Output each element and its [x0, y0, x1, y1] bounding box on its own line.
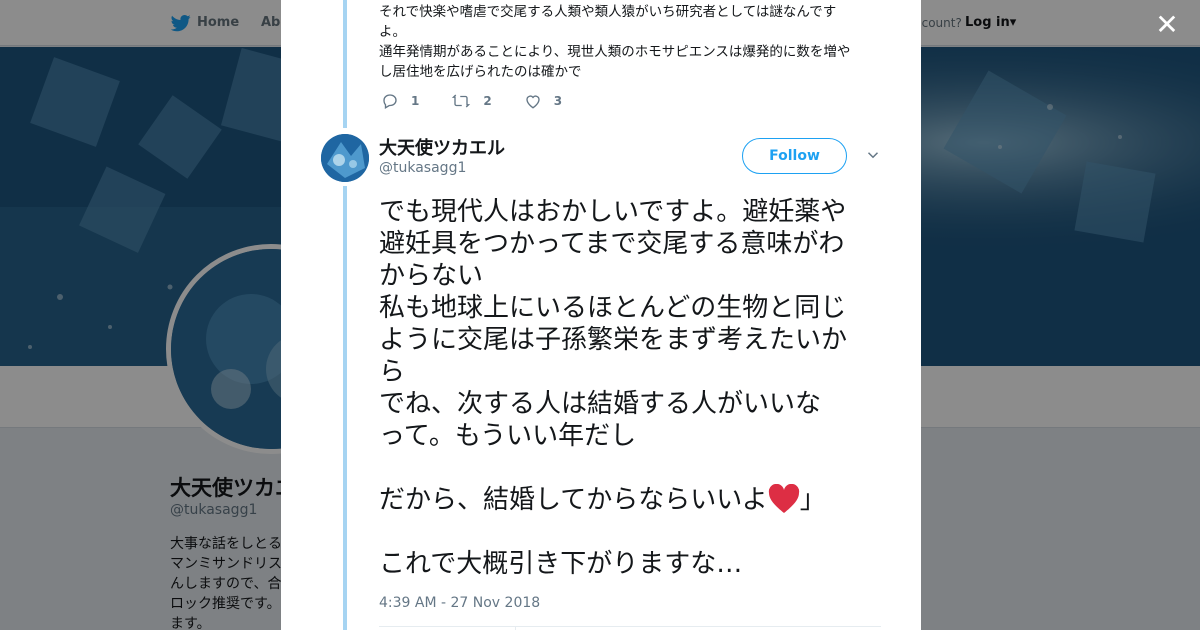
retweet-icon	[452, 94, 471, 108]
follow-button[interactable]: Follow	[742, 138, 847, 174]
retweet-count: 2	[483, 94, 492, 108]
reply-button[interactable]: 1	[381, 92, 419, 110]
reply-icon	[383, 94, 397, 109]
like-count: 3	[553, 94, 563, 108]
close-icon[interactable]: ✕	[1152, 10, 1182, 40]
retweet-button[interactable]: 2	[451, 92, 492, 110]
tweet-text: でも現代人はおかしいですよ。避妊薬や 避妊具をつかってまで交尾する意味がわ から…	[379, 196, 885, 580]
tweet-text-tail: これで大概引き下がりますな…	[379, 549, 743, 579]
previous-tweet-text: それで快楽や嗜虐で交尾する人類や類人猿がいち研究者としては謎なんです よ。 通年…	[379, 4, 851, 80]
author-avatar[interactable]	[321, 134, 369, 182]
chevron-down-icon[interactable]	[864, 146, 882, 164]
like-button[interactable]: 3	[524, 92, 562, 110]
tweet-text-quote-end: 」	[799, 485, 826, 515]
red-heart-emoji	[768, 484, 799, 513]
author-name[interactable]: 大天使ツカエル	[379, 134, 505, 160]
thread-line	[343, 186, 347, 630]
like-icon	[526, 95, 540, 109]
reply-count: 1	[411, 94, 420, 108]
tweet-modal: それで快楽や嗜虐で交尾する人類や類人猿がいち研究者としては謎なんです よ。 通年…	[281, 0, 921, 630]
previous-tweet-actions: 1 2 3	[381, 90, 594, 112]
thread-line	[343, 0, 347, 128]
tweet-timestamp[interactable]: 4:39 AM - 27 Nov 2018	[379, 595, 540, 611]
stats-divider	[379, 626, 881, 627]
author-handle[interactable]: @tukasagg1	[379, 160, 466, 176]
tweet-text-main: でも現代人はおかしいですよ。避妊薬や 避妊具をつかってまで交尾する意味がわ から…	[379, 197, 848, 515]
stats-divider-vertical	[515, 626, 516, 630]
